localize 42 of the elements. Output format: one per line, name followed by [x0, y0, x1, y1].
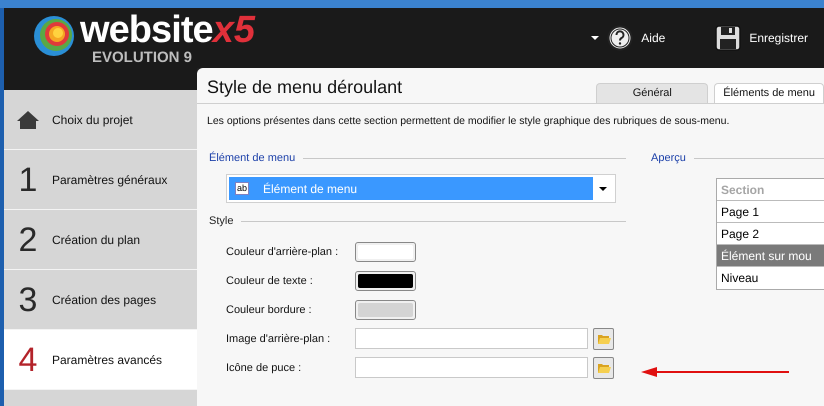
color-swatch[interactable]: [355, 242, 416, 262]
field-label: Image d'arrière-plan :: [226, 332, 332, 346]
field-label: Icône de puce :: [226, 360, 302, 376]
save-button[interactable]: Enregistrer: [715, 25, 808, 51]
logo-icon: [32, 14, 76, 58]
logo-wordmark: website: [80, 10, 213, 50]
field-label: Couleur bordure :: [226, 302, 313, 318]
section-legend: Aperçu: [651, 150, 686, 166]
field-label: Couleur d'arrière-plan :: [226, 244, 340, 260]
text-field-icon: ab: [235, 182, 249, 196]
panel-description: Les options présentes dans cette section permettent de modifier le style graphique des rubriques de sous-menu.: [206, 114, 730, 129]
step-number: 2: [18, 222, 38, 258]
browse-button[interactable]: [593, 356, 614, 379]
browse-button[interactable]: [593, 328, 614, 350]
caret-icon: [591, 36, 600, 40]
logo-edition: EVOLUTION 9: [92, 50, 194, 66]
color-swatch[interactable]: [355, 300, 416, 320]
help-icon: [607, 25, 634, 51]
sidebar-item[interactable]: 3 Création des pages: [4, 270, 197, 330]
tab[interactable]: Général: [596, 83, 708, 103]
folder-icon: [596, 332, 610, 345]
sidebar-item[interactable]: 1 Paramètres généraux: [4, 150, 197, 210]
panel-title: Style de menu déroulant: [207, 76, 402, 99]
section-legend: Élément de menu: [209, 150, 296, 166]
sidebar-item[interactable]: 2 Création du plan: [4, 210, 197, 270]
section-legend: Style: [209, 213, 234, 230]
field-label: Couleur de texte :: [226, 274, 314, 288]
step-number: 4: [18, 342, 38, 378]
sidebar-item[interactable]: Choix du projet: [4, 90, 197, 150]
help-button[interactable]: Aide: [591, 25, 666, 51]
menu-element-dropdown[interactable]: ab Élément de menu: [226, 174, 616, 204]
input-field[interactable]: [355, 357, 588, 378]
logo-mark: x5: [212, 10, 256, 50]
sidebar-item[interactable]: 4 Paramètres avancés: [4, 330, 197, 390]
folder-icon: [596, 362, 610, 374]
input-field[interactable]: [355, 328, 588, 350]
tab[interactable]: Éléments de menu: [714, 83, 824, 103]
step-number: 1: [18, 162, 38, 198]
caret-icon: [599, 186, 607, 191]
home-icon: [16, 110, 40, 130]
step-number: 3: [18, 282, 38, 318]
color-swatch[interactable]: [355, 270, 416, 291]
